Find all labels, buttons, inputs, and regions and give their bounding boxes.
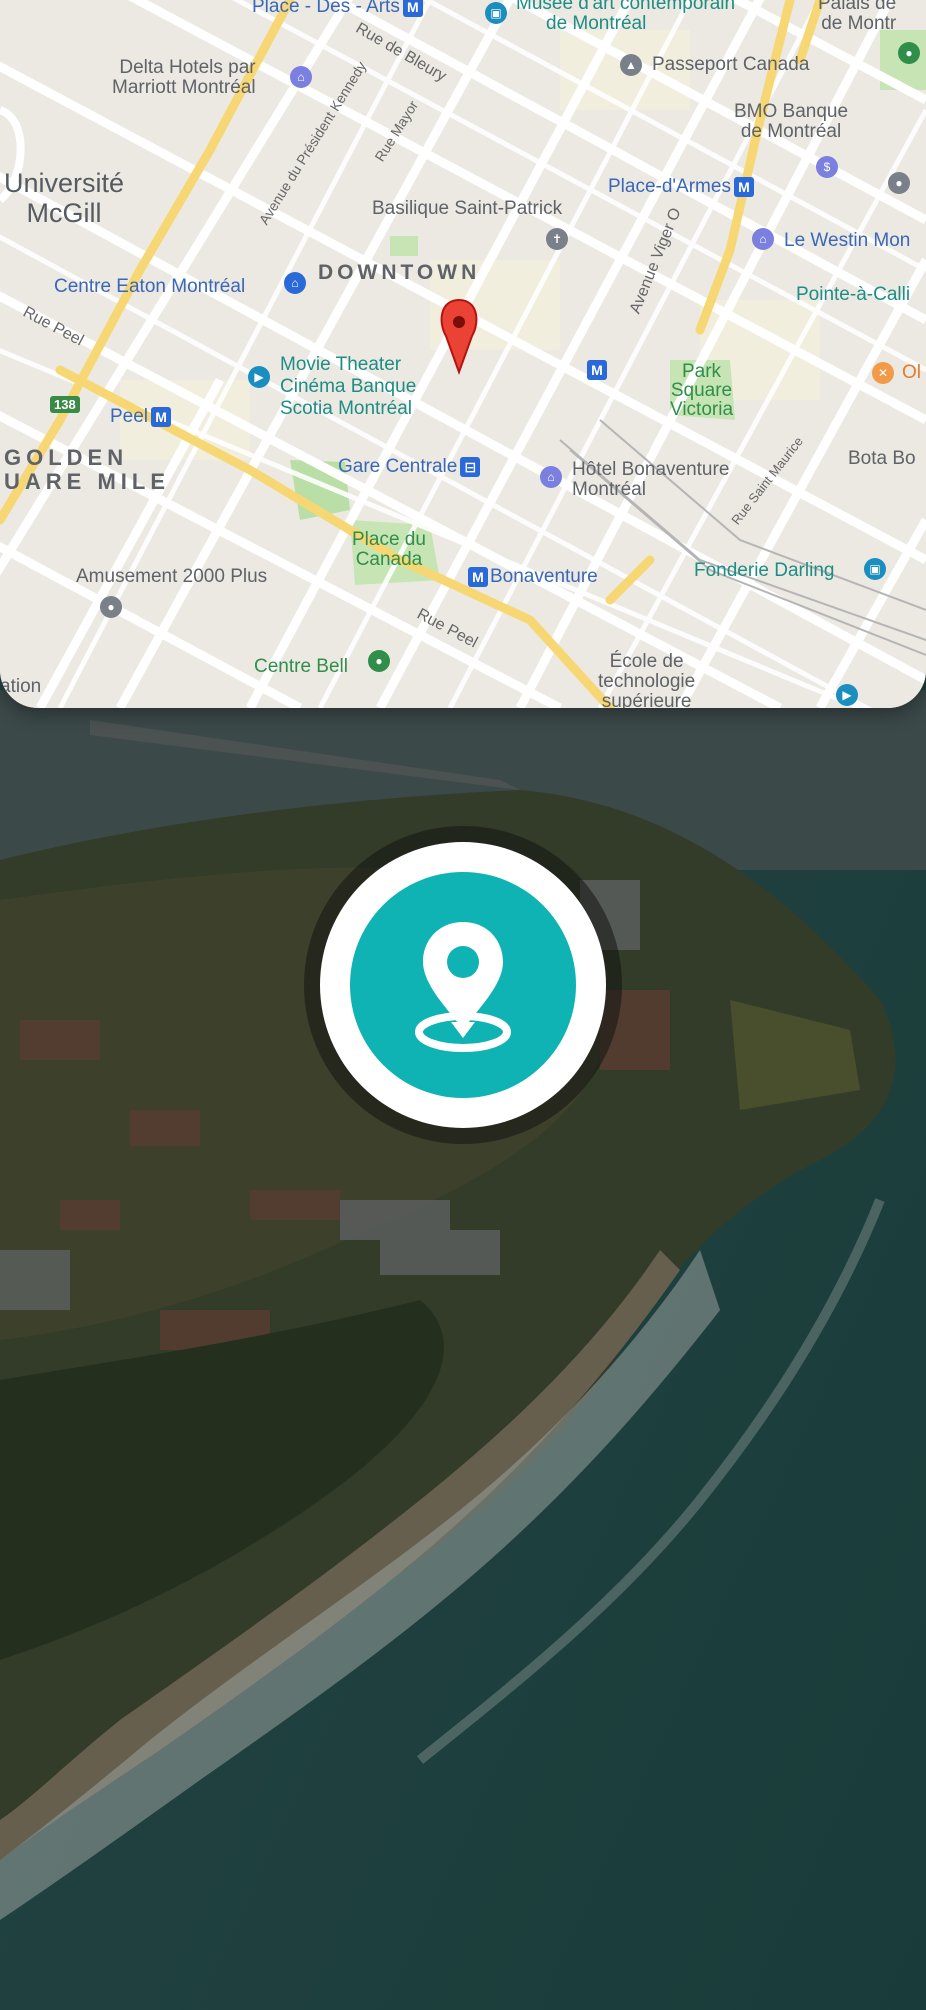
location-pin-icon	[415, 922, 511, 1052]
map-label: GOLDEN UARE MILE	[4, 445, 170, 494]
map-label: Gare Centrale ⊟	[338, 456, 481, 478]
bank-icon: $	[816, 156, 838, 178]
metro-icon: M	[151, 406, 172, 427]
map-label: Ol	[902, 362, 921, 383]
hotel-icon: ⌂	[540, 466, 562, 488]
map-label: Movie Theater Cinéma Banque Scotia Montr…	[280, 354, 417, 419]
transit-icon: ▶	[836, 684, 858, 706]
map-label: Place-d'Armes M	[608, 176, 754, 198]
poi-icon: ●	[888, 172, 910, 194]
stadium-icon: ●	[368, 650, 390, 672]
map-label: Bota Bo	[848, 448, 916, 469]
map-label: Place du Canada	[352, 529, 426, 570]
map-label: Peel M	[110, 406, 172, 428]
metro-icon: M	[468, 566, 488, 587]
location-button[interactable]	[350, 872, 576, 1098]
train-icon: ⊟	[460, 456, 481, 477]
map-label: Musée d'art contemporain de Montréal	[516, 0, 736, 34]
map-label: Hôtel Bonaventure Montréal	[572, 459, 730, 500]
map-label: Basilique Saint-Patrick	[372, 198, 563, 219]
shopping-icon: ⌂	[284, 272, 306, 294]
government-icon: ▲	[620, 54, 642, 76]
poi-icon: ●	[100, 596, 122, 618]
map-label: Place - Des - Arts M	[252, 0, 423, 18]
map-label: Centre Eaton Montréal	[54, 276, 246, 297]
map-label: Université McGill	[4, 168, 125, 228]
movie-theater-icon: ▶	[248, 366, 270, 388]
map-label: École de technologie supérieure	[598, 651, 696, 709]
metro-icon: M	[733, 176, 754, 197]
map-label: Centre Bell	[254, 656, 348, 677]
map-label: Fonderie Darling	[694, 560, 835, 581]
map-label: Pointe-à-Calli	[796, 284, 911, 305]
metro-icon: M	[587, 360, 607, 380]
map-view[interactable]: Place - Des - Arts M ▣ Musée d'art contem…	[0, 0, 926, 708]
map-label: Palais de de Montr	[818, 0, 897, 34]
poi-icon: ●	[898, 42, 920, 64]
restaurant-icon: ✕	[872, 362, 894, 384]
route-shield: 138	[50, 396, 80, 413]
museum-icon: ▣	[864, 558, 886, 580]
hotel-icon: ⌂	[290, 66, 312, 88]
map-label: DOWNTOWN	[318, 261, 481, 284]
hotel-icon: ⌂	[752, 228, 774, 250]
map-label: ation	[0, 676, 42, 697]
church-icon: ✝	[546, 228, 568, 250]
map-label: Delta Hotels par Marriott Montréal	[112, 57, 256, 98]
map-label: Park Square Victoria	[670, 361, 734, 420]
map-label: Passeport Canada	[652, 54, 810, 75]
map-label: M Bonaventure	[468, 566, 598, 588]
map-label: Le Westin Mon	[784, 230, 911, 251]
museum-icon: ▣	[485, 2, 507, 24]
map-label: Amusement 2000 Plus	[76, 566, 268, 587]
metro-icon: M	[402, 0, 423, 17]
map-label: BMO Banque de Montréal	[734, 101, 849, 142]
